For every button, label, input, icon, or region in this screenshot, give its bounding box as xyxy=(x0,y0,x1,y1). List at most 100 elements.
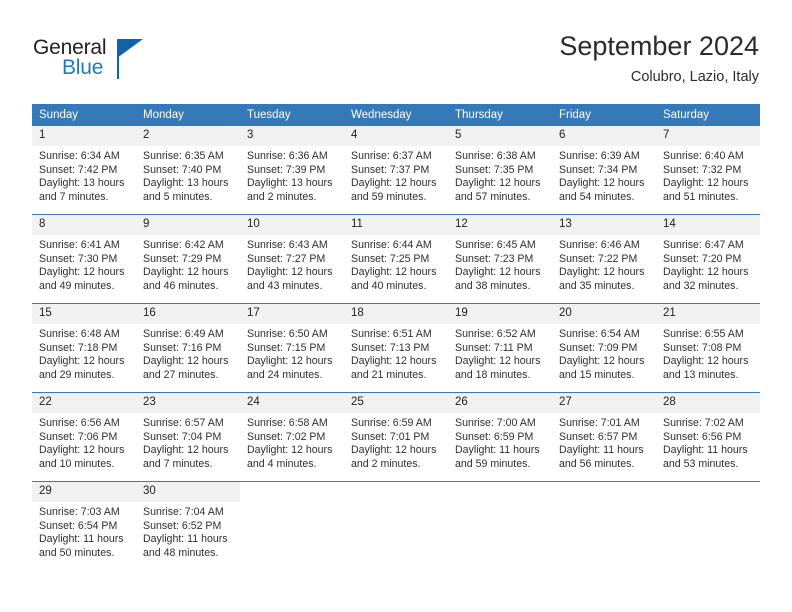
sunrise-time: Sunrise: 6:36 AM xyxy=(247,150,328,162)
day-cell[interactable]: 10 Sunrise: 6:43 AM Sunset: 7:27 PM Dayligh… xyxy=(240,214,344,304)
day-details: Sunrise: 7:03 AM Sunset: 6:54 PM Daylight:… xyxy=(32,502,136,560)
day-cell[interactable]: 12 Sunrise: 6:45 AM Sunset: 7:23 PM Dayligh… xyxy=(448,214,552,304)
day-cell[interactable]: 11 Sunrise: 6:44 AM Sunset: 7:25 PM Dayligh… xyxy=(344,214,448,304)
day-number: 29 xyxy=(32,482,136,502)
daylight-duration: Daylight: 12 hours and 21 minutes. xyxy=(351,355,437,381)
day-number: 15 xyxy=(32,304,136,324)
day-details: Sunrise: 6:59 AM Sunset: 7:01 PM Daylight:… xyxy=(344,413,448,471)
day-cell[interactable]: 14 Sunrise: 6:47 AM Sunset: 7:20 PM Dayligh… xyxy=(656,214,760,304)
day-number: 19 xyxy=(448,304,552,324)
day-cell[interactable]: 18 Sunrise: 6:51 AM Sunset: 7:13 PM Dayligh… xyxy=(344,303,448,393)
day-details: Sunrise: 7:00 AM Sunset: 6:59 PM Daylight:… xyxy=(448,413,552,471)
day-number: 13 xyxy=(552,215,656,235)
day-cell[interactable]: 25 Sunrise: 6:59 AM Sunset: 7:01 PM Dayligh… xyxy=(344,392,448,482)
sunset-time: Sunset: 7:06 PM xyxy=(39,430,118,443)
sunrise-time: Sunrise: 6:37 AM xyxy=(351,150,432,162)
day-details: Sunrise: 6:45 AM Sunset: 7:23 PM Daylight:… xyxy=(448,235,552,293)
daylight-duration: Daylight: 12 hours and 7 minutes. xyxy=(143,444,229,470)
sunrise-time: Sunrise: 6:39 AM xyxy=(559,150,640,162)
day-number: 5 xyxy=(448,126,552,146)
daylight-duration: Daylight: 12 hours and 57 minutes. xyxy=(455,177,541,203)
daylight-duration: Daylight: 12 hours and 18 minutes. xyxy=(455,355,541,381)
daylight-duration: Daylight: 12 hours and 29 minutes. xyxy=(39,355,125,381)
day-details: Sunrise: 6:37 AM Sunset: 7:37 PM Daylight:… xyxy=(344,146,448,204)
day-cell[interactable]: 29 Sunrise: 7:03 AM Sunset: 6:54 PM Dayligh… xyxy=(32,481,136,570)
day-details: Sunrise: 6:48 AM Sunset: 7:18 PM Daylight:… xyxy=(32,324,136,382)
sunrise-time: Sunrise: 6:40 AM xyxy=(663,150,744,162)
day-cell-empty xyxy=(344,481,448,570)
day-cell[interactable]: 21 Sunrise: 6:55 AM Sunset: 7:08 PM Dayligh… xyxy=(656,303,760,393)
page-header: General Blue September 2024 Colubro, Laz… xyxy=(0,0,792,96)
day-cell[interactable]: 1 Sunrise: 6:34 AM Sunset: 7:42 PM Daylight… xyxy=(32,126,136,215)
day-details: Sunrise: 6:35 AM Sunset: 7:40 PM Daylight:… xyxy=(136,146,240,204)
weekday-header-monday: Monday xyxy=(136,104,240,126)
day-number: 11 xyxy=(344,215,448,235)
daylight-duration: Daylight: 11 hours and 59 minutes. xyxy=(455,444,540,470)
day-cell[interactable]: 26 Sunrise: 7:00 AM Sunset: 6:59 PM Dayligh… xyxy=(448,392,552,482)
daylight-duration: Daylight: 12 hours and 15 minutes. xyxy=(559,355,645,381)
day-cell[interactable]: 23 Sunrise: 6:57 AM Sunset: 7:04 PM Dayligh… xyxy=(136,392,240,482)
day-cell[interactable]: 2 Sunrise: 6:35 AM Sunset: 7:40 PM Daylight… xyxy=(136,126,240,215)
day-cell-empty xyxy=(552,481,656,570)
day-cell[interactable]: 16 Sunrise: 6:49 AM Sunset: 7:16 PM Dayligh… xyxy=(136,303,240,393)
calendar-week-row: 1 Sunrise: 6:34 AM Sunset: 7:42 PM Daylight… xyxy=(32,126,760,215)
sunrise-time: Sunrise: 6:59 AM xyxy=(351,417,432,429)
daylight-duration: Daylight: 12 hours and 49 minutes. xyxy=(39,266,125,292)
day-number: 26 xyxy=(448,393,552,413)
day-number: 12 xyxy=(448,215,552,235)
weekday-header-saturday: Saturday xyxy=(656,104,760,126)
day-cell[interactable]: 4 Sunrise: 6:37 AM Sunset: 7:37 PM Daylight… xyxy=(344,126,448,215)
day-cell[interactable]: 5 Sunrise: 6:38 AM Sunset: 7:35 PM Daylight… xyxy=(448,126,552,215)
daylight-duration: Daylight: 13 hours and 5 minutes. xyxy=(143,177,229,203)
triangle-logo-mark-icon xyxy=(117,39,143,58)
daylight-duration: Daylight: 11 hours and 48 minutes. xyxy=(143,533,228,559)
day-number: 30 xyxy=(136,482,240,502)
day-details: Sunrise: 6:43 AM Sunset: 7:27 PM Daylight:… xyxy=(240,235,344,293)
day-cell[interactable]: 3 Sunrise: 6:36 AM Sunset: 7:39 PM Daylight… xyxy=(240,126,344,215)
day-cell[interactable]: 6 Sunrise: 6:39 AM Sunset: 7:34 PM Daylight… xyxy=(552,126,656,215)
weekday-header-thursday: Thursday xyxy=(448,104,552,126)
sunset-time: Sunset: 7:37 PM xyxy=(351,163,430,176)
day-number: 23 xyxy=(136,393,240,413)
day-cell[interactable]: 15 Sunrise: 6:48 AM Sunset: 7:18 PM Dayligh… xyxy=(32,303,136,393)
day-cell[interactable]: 19 Sunrise: 6:52 AM Sunset: 7:11 PM Dayligh… xyxy=(448,303,552,393)
day-cell[interactable]: 17 Sunrise: 6:50 AM Sunset: 7:15 PM Dayligh… xyxy=(240,303,344,393)
sunset-time: Sunset: 6:57 PM xyxy=(559,430,638,443)
day-number xyxy=(240,482,344,502)
daylight-duration: Daylight: 12 hours and 40 minutes. xyxy=(351,266,437,292)
day-cell[interactable]: 27 Sunrise: 7:01 AM Sunset: 6:57 PM Dayligh… xyxy=(552,392,656,482)
day-cell[interactable]: 13 Sunrise: 6:46 AM Sunset: 7:22 PM Dayligh… xyxy=(552,214,656,304)
sunset-time: Sunset: 7:39 PM xyxy=(247,163,326,176)
day-details: Sunrise: 6:38 AM Sunset: 7:35 PM Daylight:… xyxy=(448,146,552,204)
sunrise-time: Sunrise: 6:57 AM xyxy=(143,417,224,429)
day-details: Sunrise: 6:47 AM Sunset: 7:20 PM Daylight:… xyxy=(656,235,760,293)
generalblue-logo[interactable]: General Blue xyxy=(33,36,163,82)
day-cell[interactable]: 8 Sunrise: 6:41 AM Sunset: 7:30 PM Daylight… xyxy=(32,214,136,304)
sunrise-time: Sunrise: 6:50 AM xyxy=(247,328,328,340)
day-cell[interactable]: 7 Sunrise: 6:40 AM Sunset: 7:32 PM Daylight… xyxy=(656,126,760,215)
sunset-time: Sunset: 7:18 PM xyxy=(39,341,118,354)
calendar-grid: Sunday Monday Tuesday Wednesday Thursday… xyxy=(32,104,760,570)
day-details: Sunrise: 7:04 AM Sunset: 6:52 PM Daylight:… xyxy=(136,502,240,560)
sunset-time: Sunset: 7:04 PM xyxy=(143,430,222,443)
day-cell[interactable]: 20 Sunrise: 6:54 AM Sunset: 7:09 PM Dayligh… xyxy=(552,303,656,393)
day-details: Sunrise: 7:01 AM Sunset: 6:57 PM Daylight:… xyxy=(552,413,656,471)
day-number: 9 xyxy=(136,215,240,235)
day-details: Sunrise: 6:44 AM Sunset: 7:25 PM Daylight:… xyxy=(344,235,448,293)
daylight-duration: Daylight: 12 hours and 13 minutes. xyxy=(663,355,749,381)
day-cell[interactable]: 9 Sunrise: 6:42 AM Sunset: 7:29 PM Daylight… xyxy=(136,214,240,304)
day-details: Sunrise: 6:36 AM Sunset: 7:39 PM Daylight:… xyxy=(240,146,344,204)
day-cell[interactable]: 30 Sunrise: 7:04 AM Sunset: 6:52 PM Dayligh… xyxy=(136,481,240,570)
day-number: 20 xyxy=(552,304,656,324)
sunrise-time: Sunrise: 6:34 AM xyxy=(39,150,120,162)
sunrise-time: Sunrise: 7:03 AM xyxy=(39,506,120,518)
day-cell[interactable]: 24 Sunrise: 6:58 AM Sunset: 7:02 PM Dayligh… xyxy=(240,392,344,482)
sunrise-time: Sunrise: 7:02 AM xyxy=(663,417,744,429)
day-cell[interactable]: 28 Sunrise: 7:02 AM Sunset: 6:56 PM Dayligh… xyxy=(656,392,760,482)
day-cell[interactable]: 22 Sunrise: 6:56 AM Sunset: 7:06 PM Dayligh… xyxy=(32,392,136,482)
sunrise-time: Sunrise: 6:43 AM xyxy=(247,239,328,251)
sunrise-time: Sunrise: 6:54 AM xyxy=(559,328,640,340)
logo-vertical-bar xyxy=(117,55,119,79)
day-number: 16 xyxy=(136,304,240,324)
daylight-duration: Daylight: 11 hours and 50 minutes. xyxy=(39,533,124,559)
